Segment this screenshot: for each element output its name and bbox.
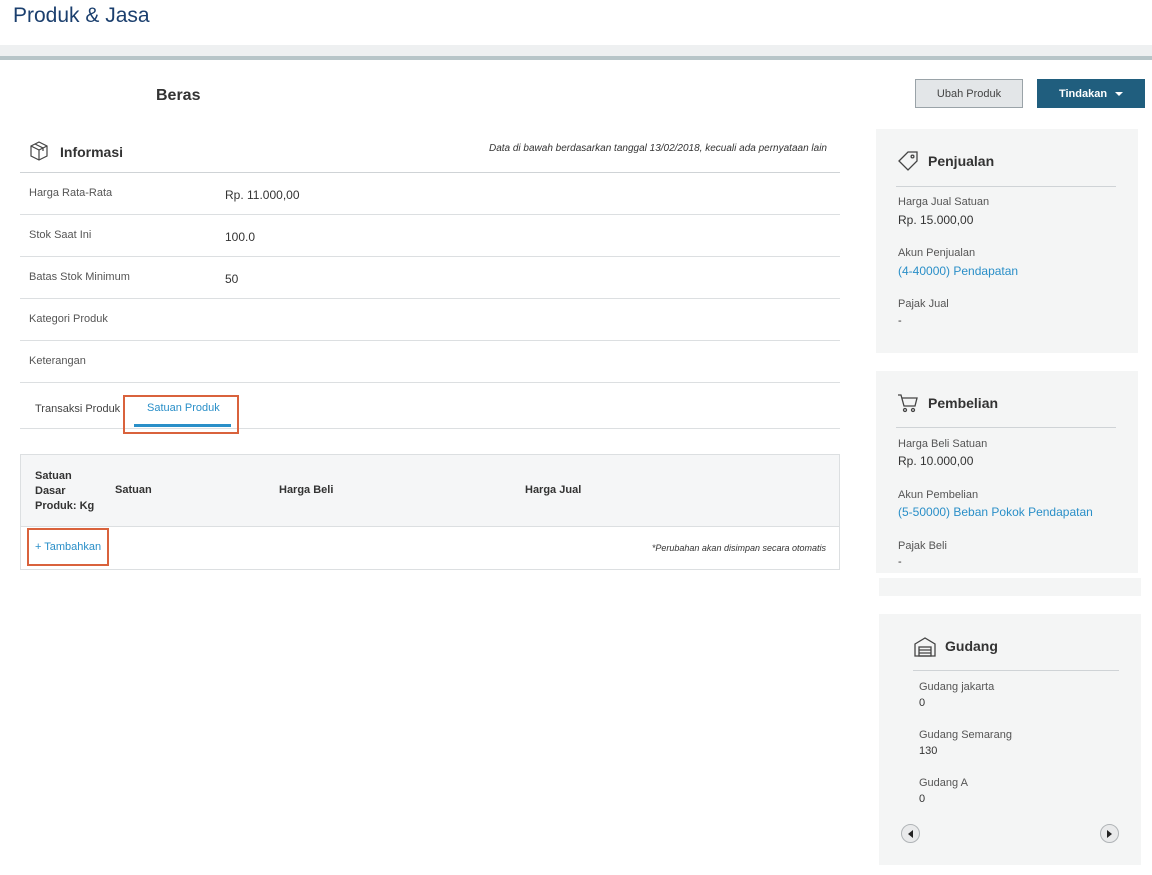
actions-label: Tindakan: [1058, 87, 1108, 100]
page-title: Produk & Jasa: [13, 4, 150, 27]
info-row-category: Kategori Produk: [20, 299, 840, 341]
unit-table-header: Satuan Dasar Produk: Kg Satuan Harga Bel…: [21, 455, 839, 527]
scroll-right-icon[interactable]: [1100, 824, 1119, 843]
actions-dropdown-button[interactable]: Tindakan: [1037, 79, 1145, 108]
purchase-unit-price: Rp. 10.000,00: [898, 454, 974, 468]
warehouse-name: Gudang jakarta: [919, 681, 995, 693]
warehouse-divider: [913, 670, 1119, 671]
info-label: Stok Saat Ini: [29, 229, 92, 241]
purchase-account-label: Akun Pembelian: [898, 489, 979, 501]
unit-table-footer: + Tambahkan *Perubahan akan disimpan sec…: [21, 527, 839, 569]
column-sell-price: Harga Jual: [525, 484, 582, 496]
product-name: Beras: [156, 87, 201, 104]
warehouse-name: Gudang Semarang: [919, 729, 1012, 741]
warehouse-name: Gudang A: [919, 777, 968, 789]
purchase-unit-price-label: Harga Beli Satuan: [898, 438, 988, 450]
info-row-description: Keterangan: [20, 341, 840, 383]
info-label: Harga Rata-Rata: [29, 187, 113, 199]
purchase-divider: [896, 427, 1116, 428]
sales-account-link[interactable]: (4-40000) Pendapatan: [898, 264, 1018, 278]
tab-highlight-box: [123, 395, 239, 434]
info-header: Informasi Data di bawah berdasarkan tang…: [20, 136, 840, 173]
scroll-left-icon[interactable]: [901, 824, 920, 843]
info-date-note: Data di bawah berdasarkan tanggal 13/02/…: [488, 143, 827, 154]
purchase-account-link[interactable]: (5-50000) Beban Pokok Pendapatan: [898, 505, 1093, 519]
info-label: Batas Stok Minimum: [29, 271, 130, 283]
warehouse-title: Gudang: [945, 638, 998, 654]
sales-tax-label: Pajak Jual: [898, 298, 949, 310]
sales-unit-price-label: Harga Jual Satuan: [898, 196, 990, 208]
column-buy-price: Harga Beli: [279, 484, 334, 496]
header-divider: [0, 56, 1152, 60]
unit-table: Satuan Dasar Produk: Kg Satuan Harga Bel…: [20, 454, 840, 570]
sales-tax-value: -: [898, 315, 902, 327]
sales-divider: [896, 186, 1116, 187]
info-value: 50: [225, 272, 239, 286]
edit-product-label: Ubah Produk: [936, 87, 1002, 100]
purchase-card: Pembelian Harga Beli Satuan Rp. 10.000,0…: [876, 371, 1138, 573]
warehouse-card: Gudang Gudang jakarta 0 Gudang Semarang …: [879, 614, 1141, 865]
info-row-average-price: Harga Rata-Rata Rp. 11.000,00: [20, 173, 840, 215]
box-icon: [28, 140, 50, 167]
sales-account-label: Akun Penjualan: [898, 247, 976, 259]
card-separator: [879, 578, 1141, 596]
warehouse-icon: [913, 635, 937, 664]
tag-icon: [896, 149, 920, 178]
sales-unit-price: Rp. 15.000,00: [898, 213, 974, 227]
warehouse-qty: 130: [919, 745, 938, 757]
caret-down-icon: [1115, 91, 1124, 96]
info-label: Kategori Produk: [29, 313, 108, 325]
info-value: 100.0: [225, 230, 256, 244]
edit-product-button[interactable]: Ubah Produk: [915, 79, 1023, 108]
purchase-tax-value: -: [898, 556, 902, 568]
warehouse-qty: 0: [919, 697, 926, 709]
column-unit: Satuan: [115, 484, 152, 496]
info-label: Keterangan: [29, 355, 86, 367]
info-title: Informasi: [60, 144, 124, 160]
info-section: Informasi Data di bawah berdasarkan tang…: [20, 136, 840, 383]
sales-card: Penjualan Harga Jual Satuan Rp. 15.000,0…: [876, 129, 1138, 353]
tab-product-transactions[interactable]: Transaksi Produk: [35, 403, 120, 415]
info-row-current-stock: Stok Saat Ini 100.0: [20, 215, 840, 257]
sales-title: Penjualan: [928, 153, 995, 169]
column-base-unit: Satuan Dasar Produk: Kg: [35, 470, 95, 512]
autosave-note: *Perubahan akan disimpan secara otomatis: [651, 543, 826, 553]
info-value: Rp. 11.000,00: [225, 188, 300, 202]
purchase-title: Pembelian: [928, 395, 999, 411]
header-band: [0, 45, 1152, 56]
warehouse-qty: 0: [919, 793, 926, 805]
info-row-min-stock: Batas Stok Minimum 50: [20, 257, 840, 299]
add-highlight-box: [27, 528, 109, 566]
purchase-tax-label: Pajak Beli: [898, 540, 947, 552]
cart-icon: [896, 391, 920, 420]
